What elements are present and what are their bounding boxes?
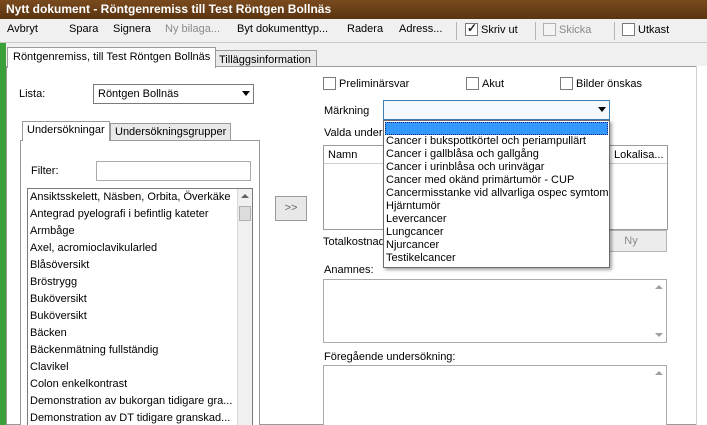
marking-select[interactable]: [383, 100, 610, 120]
exam-list[interactable]: Ansiktsskelett, Näsben, Orbita, Överkäke…: [27, 188, 253, 425]
print-label: Skriv ut: [481, 24, 518, 36]
send-checkbox[interactable]: Skicka: [543, 23, 591, 36]
list-label: Lista:: [19, 88, 46, 100]
tab-additional-info[interactable]: Tilläggsinformation: [213, 50, 317, 66]
anamnesis-label: Anamnes:: [324, 264, 374, 276]
previous-exam-label: Föregående undersökning:: [324, 351, 456, 363]
list-item[interactable]: Demonstration av bukorgan tidigare gra..…: [28, 393, 252, 410]
list-item[interactable]: Clavikel: [28, 359, 252, 376]
list-item[interactable]: Axel, acromioclavikularled: [28, 240, 252, 257]
dropdown-option[interactable]: Cancer i gallblåsa och gallgång: [384, 148, 609, 161]
scroll-up-icon[interactable]: [655, 371, 663, 375]
sign-button[interactable]: Signera: [113, 23, 151, 35]
panel-scrollbar[interactable]: [696, 66, 707, 425]
add-exam-button[interactable]: >>: [275, 196, 307, 221]
dropdown-option[interactable]: Cancer i bukspottkörtel och periampullär…: [384, 135, 609, 148]
checkbox-box[interactable]: [560, 77, 573, 90]
dropdown-option[interactable]: Levercancer: [384, 213, 609, 226]
list-item[interactable]: Demonstration av DT tidigare granskad...: [28, 410, 252, 425]
dropdown-option[interactable]: Cancermisstanke vid allvarliga ospec sym…: [384, 187, 609, 200]
filter-label: Filter:: [31, 165, 59, 177]
change-doc-type-button[interactable]: Byt dokumenttyp...: [237, 23, 328, 35]
dropdown-option[interactable]: Cancer med okänd primärtumör - CUP: [384, 174, 609, 187]
previous-exam-textarea[interactable]: [323, 365, 667, 425]
checkbox-box[interactable]: [543, 23, 556, 36]
list-item[interactable]: Buköversikt: [28, 308, 252, 325]
subtab-exams[interactable]: Undersökningar: [22, 121, 110, 141]
checkbox-box[interactable]: [622, 23, 635, 36]
filter-input[interactable]: [96, 161, 251, 181]
toolbar: Avbryt Spara Signera Ny bilaga... Byt do…: [0, 19, 707, 43]
list-item[interactable]: Armbåge: [28, 223, 252, 240]
toolbar-separator: [614, 22, 615, 40]
list-select[interactable]: Röntgen Bollnäs: [93, 84, 254, 104]
draft-label: Utkast: [638, 24, 670, 36]
list-item[interactable]: Bäckenmätning fullständig: [28, 342, 252, 359]
acute-checkbox[interactable]: Akut: [466, 77, 504, 90]
acute-label: Akut: [482, 78, 505, 90]
list-item[interactable]: Bäcken: [28, 325, 252, 342]
checkmark-icon: ✓: [467, 21, 478, 35]
scroll-thumb[interactable]: [239, 206, 251, 221]
draft-checkbox[interactable]: Utkast: [622, 23, 669, 36]
column-header-location[interactable]: Lokalisa...: [610, 146, 667, 164]
dropdown-option[interactable]: Testikelcancer: [384, 252, 609, 265]
checkbox-box[interactable]: ✓: [465, 21, 478, 36]
toolbar-separator: [535, 22, 536, 40]
tab-remiss[interactable]: Röntgenremiss, till Test Röntgen Bollnäs: [7, 47, 217, 68]
list-item[interactable]: Blåsöversikt: [28, 257, 252, 274]
list-select-value: Röntgen Bollnäs: [98, 88, 179, 100]
exam-list-scrollbar[interactable]: [237, 189, 252, 425]
cancel-button[interactable]: Avbryt: [7, 23, 38, 35]
marking-label: Märkning: [324, 105, 370, 117]
address-button[interactable]: Adress...: [399, 23, 442, 35]
list-item[interactable]: Bröstrygg: [28, 274, 252, 291]
save-button[interactable]: Spara: [69, 23, 98, 35]
dropdown-option[interactable]: Hjärntumör: [384, 200, 609, 213]
list-item[interactable]: Buköversikt: [28, 291, 252, 308]
list-item[interactable]: Colon enkelkontrast: [28, 376, 252, 393]
marking-dropdown-list[interactable]: Cancer i bukspottkörtel och periampullär…: [383, 120, 610, 268]
chevron-down-icon: [598, 107, 606, 112]
list-item[interactable]: Antegrad pyelografi i befintlig kateter: [28, 206, 252, 223]
selected-exams-label: Valda unders: [324, 127, 389, 139]
anamnesis-textarea[interactable]: [323, 279, 667, 343]
subtab-exam-groups[interactable]: Undersökningsgrupper: [110, 123, 232, 141]
scroll-down-icon[interactable]: [655, 333, 663, 337]
preliminary-checkbox[interactable]: Preliminärsvar: [323, 77, 409, 90]
checkbox-box[interactable]: [323, 77, 336, 90]
images-wanted-label: Bilder önskas: [576, 78, 643, 90]
list-item[interactable]: Ansiktsskelett, Näsben, Orbita, Överkäke: [28, 189, 252, 206]
total-cost-label: Totalkostnad: [323, 236, 385, 248]
chevron-down-icon: [242, 91, 250, 96]
scroll-up-icon[interactable]: [241, 194, 249, 198]
dropdown-option[interactable]: Cancer i urinblåsa och urinvägar: [384, 161, 609, 174]
toolbar-separator: [456, 22, 457, 40]
send-label: Skicka: [559, 24, 592, 36]
checkbox-box[interactable]: [466, 77, 479, 90]
print-checkbox[interactable]: ✓ Skriv ut: [465, 21, 518, 36]
dropdown-option[interactable]: Njurcancer: [384, 239, 609, 252]
dropdown-option-empty[interactable]: [385, 122, 608, 135]
delete-button[interactable]: Radera: [347, 23, 383, 35]
images-wanted-checkbox[interactable]: Bilder önskas: [560, 77, 642, 90]
scroll-up-icon[interactable]: [655, 285, 663, 289]
dropdown-option[interactable]: Lungcancer: [384, 226, 609, 239]
window-title: Nytt dokument - Röntgenremiss till Test …: [0, 0, 707, 19]
new-attachment-button[interactable]: Ny bilaga...: [165, 23, 220, 35]
previous-exam-scrollbar[interactable]: [652, 366, 666, 425]
anamnesis-scrollbar[interactable]: [652, 280, 666, 342]
preliminary-label: Preliminärsvar: [339, 78, 410, 90]
